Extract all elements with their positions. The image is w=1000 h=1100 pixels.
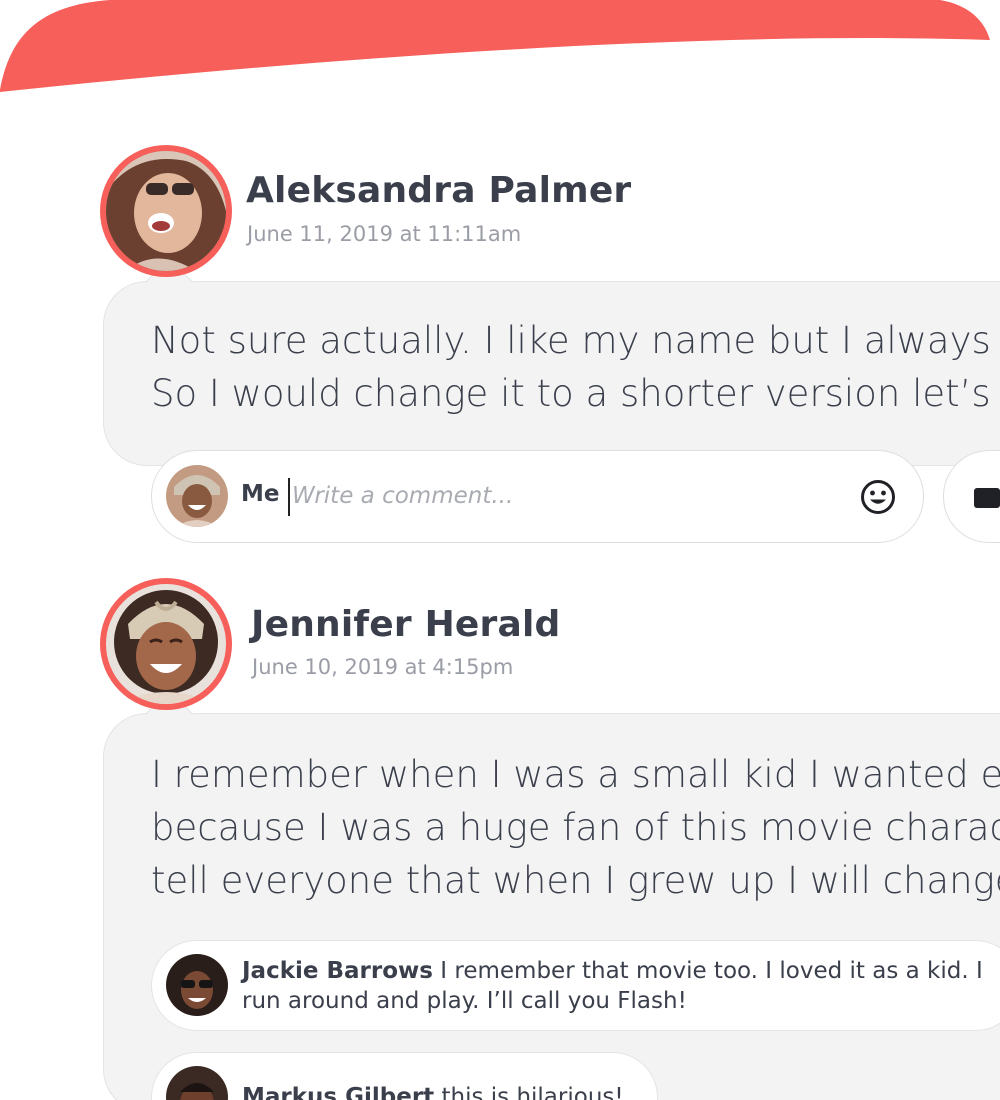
reply-item: Jackie Barrows I remember that movie too…: [151, 940, 1000, 1031]
post-author-name[interactable]: Jennifer Herald: [251, 604, 560, 645]
text-caret: [288, 478, 290, 516]
reply-text: Markus Gilbert this is hilarious!: [242, 1082, 624, 1100]
reply-author[interactable]: Markus Gilbert: [242, 1084, 434, 1100]
reply-author[interactable]: Jackie Barrows: [242, 958, 433, 984]
post-line: Not sure actually. I like my name but I …: [151, 319, 1000, 362]
reply-line: I remember that movie too. I loved it as…: [440, 958, 983, 984]
comment-box[interactable]: Me: [151, 450, 924, 543]
post-body: I remember when I was a small kid I want…: [151, 748, 1000, 907]
comment-input[interactable]: [292, 479, 852, 513]
post-date: June 11, 2019 at 11:11am: [247, 222, 522, 246]
avatar-ring[interactable]: [100, 145, 232, 277]
reply-avatar[interactable]: [166, 954, 228, 1016]
reply-text: Jackie Barrows I remember that movie too…: [242, 956, 983, 1016]
header-wave: [0, 0, 990, 92]
avatar[interactable]: [106, 151, 226, 271]
post-line: I remember when I was a small kid I want…: [151, 753, 1000, 796]
reply-item: Markus Gilbert this is hilarious!: [151, 1052, 658, 1100]
post-body: Not sure actually. I like my name but I …: [151, 314, 1000, 420]
reply-line: run around and play. I’ll call you Flash…: [242, 988, 687, 1014]
reply-avatar[interactable]: [166, 1066, 228, 1100]
post-line: tell everyone that when I grew up I will…: [151, 859, 1000, 902]
smiley-icon[interactable]: [859, 478, 897, 516]
me-label: Me: [241, 481, 280, 507]
avatar[interactable]: [106, 584, 226, 704]
post-author-name[interactable]: Aleksandra Palmer: [246, 170, 631, 211]
comment-feed: Aleksandra Palmer June 11, 2019 at 11:11…: [0, 0, 1000, 1100]
post-line: So I would change it to a shorter versio…: [151, 372, 1000, 415]
reply-line: this is hilarious!: [441, 1084, 624, 1100]
camera-icon: [974, 488, 1000, 508]
post-date: June 10, 2019 at 4:15pm: [252, 655, 514, 679]
avatar-ring[interactable]: [100, 578, 232, 710]
my-avatar: [166, 465, 228, 527]
post-line: because I was a huge fan of this movie c…: [151, 806, 1000, 849]
